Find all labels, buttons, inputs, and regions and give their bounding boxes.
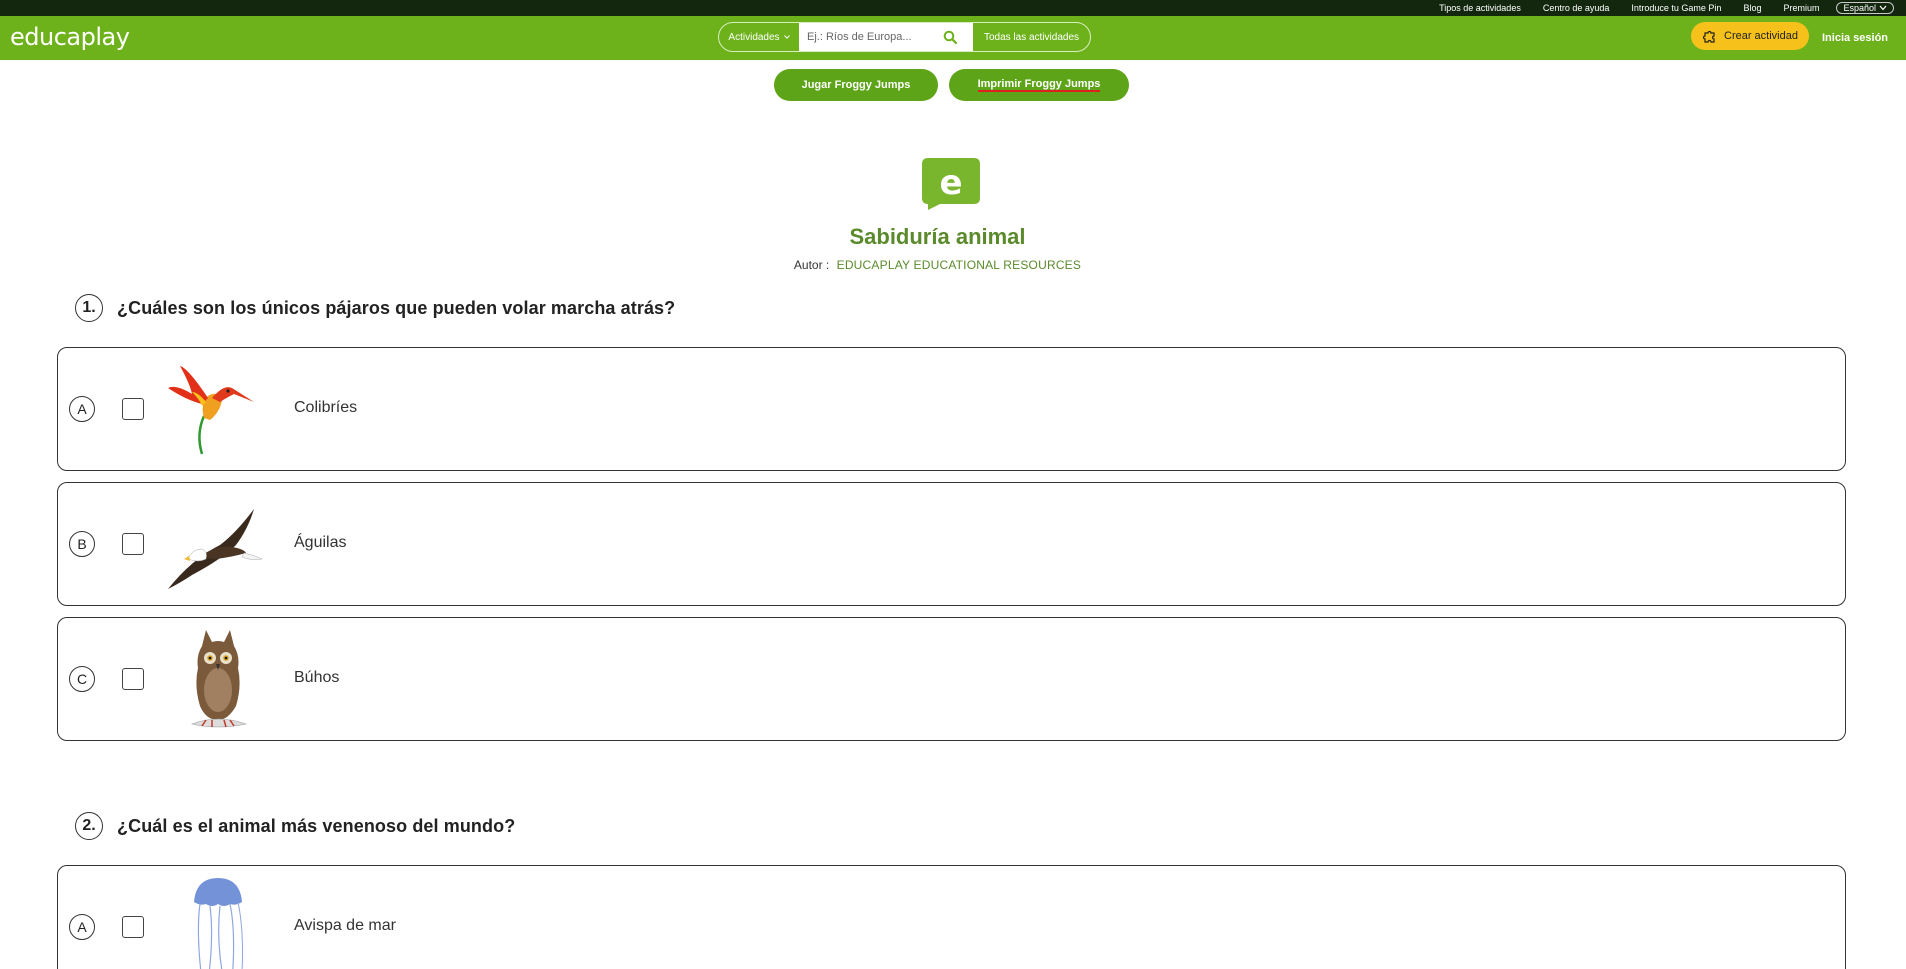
answer-text: Búhos xyxy=(294,669,340,686)
answer-option[interactable]: C Búhos xyxy=(57,617,1846,741)
answer-option[interactable]: B Águilas xyxy=(57,482,1846,606)
print-activity-button[interactable]: Imprimir Froggy Jumps xyxy=(949,69,1129,101)
language-select[interactable]: Español xyxy=(1836,2,1894,14)
language-label: Español xyxy=(1843,3,1876,13)
top-links: Tipos de actividades Centro de ayuda Int… xyxy=(1428,0,1894,16)
svg-text:e: e xyxy=(939,163,962,203)
answer-text: Colibríes xyxy=(294,399,358,416)
top-utility-bar: Tipos de actividades Centro de ayuda Int… xyxy=(0,0,1906,16)
search-category-select[interactable]: Actividades xyxy=(719,23,799,51)
answer-checkbox[interactable] xyxy=(122,533,144,555)
question-text: ¿Cuál es el animal más venenoso del mund… xyxy=(117,815,516,836)
create-activity-button[interactable]: Crear actividad xyxy=(1691,22,1809,50)
search-input[interactable] xyxy=(807,31,937,43)
main-header: educaplay Actividades Todas las activida… xyxy=(0,16,1906,60)
answer-letter: B xyxy=(69,531,95,557)
all-activities-link[interactable]: Todas las actividades xyxy=(973,32,1090,43)
play-activity-label: Jugar Froggy Jumps xyxy=(801,79,911,91)
login-link[interactable]: Inicia sesión xyxy=(1822,32,1888,44)
answer-letter: A xyxy=(69,914,95,940)
play-activity-button[interactable]: Jugar Froggy Jumps xyxy=(774,69,938,101)
search-category-label: Actividades xyxy=(728,31,780,43)
answer-text: Águilas xyxy=(294,534,347,551)
create-activity-label: Crear actividad xyxy=(1724,30,1798,42)
educaplay-e-icon: e xyxy=(922,158,980,210)
author-line: Autor : EDUCAPLAY EDUCATIONAL RESOURCES xyxy=(0,258,1875,272)
link-game-pin[interactable]: Introduce tu Game Pin xyxy=(1620,0,1732,16)
answer-checkbox[interactable] xyxy=(122,398,144,420)
answer-checkbox[interactable] xyxy=(122,668,144,690)
author-label: Autor : xyxy=(793,258,830,272)
hummingbird-image xyxy=(168,366,254,455)
question-header: 2. ¿Cuál es el animal más venenoso del m… xyxy=(75,812,515,840)
search-icon[interactable] xyxy=(941,28,959,46)
search-bar: Actividades Todas las actividades xyxy=(718,22,1091,52)
search-field-wrapper xyxy=(799,23,973,51)
answer-letter: A xyxy=(69,396,95,422)
answer-option[interactable]: A Avispa de mar xyxy=(57,865,1846,969)
owl-image xyxy=(190,630,248,728)
chevron-down-icon xyxy=(1879,5,1887,11)
chevron-down-icon xyxy=(783,35,790,39)
jellyfish-image xyxy=(194,878,243,969)
link-premium[interactable]: Premium xyxy=(1772,0,1830,16)
puzzle-icon xyxy=(1702,30,1715,43)
author-name-link[interactable]: EDUCAPLAY EDUCATIONAL RESOURCES xyxy=(837,258,1081,272)
link-blog[interactable]: Blog xyxy=(1732,0,1772,16)
answer-option[interactable]: A Colibríes xyxy=(57,347,1846,471)
question-text: ¿Cuáles son los únicos pájaros que puede… xyxy=(117,297,676,318)
link-help-center[interactable]: Centro de ayuda xyxy=(1532,0,1621,16)
print-activity-label: Imprimir Froggy Jumps xyxy=(977,78,1101,92)
educaplay-logo[interactable]: educaplay xyxy=(10,23,130,51)
eagle-image xyxy=(168,509,263,589)
answer-checkbox[interactable] xyxy=(122,916,144,938)
answer-letter: C xyxy=(69,666,95,692)
question-number: 1. xyxy=(75,294,103,322)
question-number: 2. xyxy=(75,812,103,840)
question-header: 1. ¿Cuáles son los únicos pájaros que pu… xyxy=(75,294,675,322)
answer-text: Avispa de mar xyxy=(294,917,396,934)
link-activity-types[interactable]: Tipos de actividades xyxy=(1428,0,1532,16)
activity-title: Sabiduría animal xyxy=(849,224,1026,249)
